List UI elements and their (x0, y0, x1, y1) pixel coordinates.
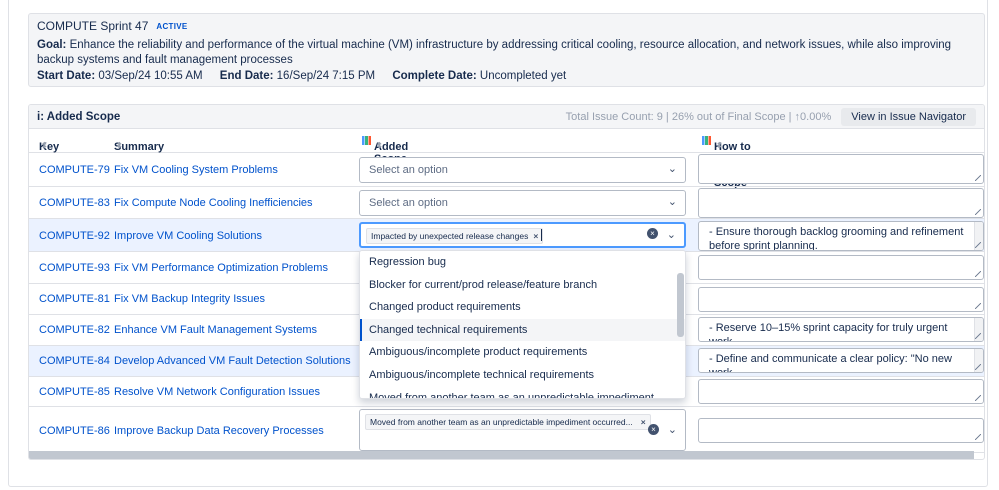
issue-key-link[interactable]: COMPUTE-85 (39, 386, 110, 398)
issue-key-link[interactable]: COMPUTE-93 (39, 262, 110, 274)
issue-summary-link[interactable]: Resolve VM Network Configuration Issues (114, 386, 320, 398)
chevron-down-icon[interactable]: ⌄ (668, 162, 677, 175)
remove-tag-icon[interactable]: × (533, 231, 538, 241)
table-row: COMPUTE-86 Improve Backup Data Recovery … (29, 407, 984, 453)
table-row: COMPUTE-79 Fix VM Cooling System Problem… (29, 154, 984, 187)
dropdown-option[interactable]: Regression bug (360, 251, 685, 274)
added-scope-select[interactable]: Moved from another team as an unpredicta… (359, 409, 686, 451)
chevron-down-icon[interactable]: ⌄ (668, 423, 677, 436)
panel-title: i: Added Scope (37, 110, 121, 123)
dropdown-option[interactable]: Blocker for current/prod release/feature… (360, 274, 685, 297)
prevent-textarea[interactable] (698, 154, 984, 184)
table-row: COMPUTE-92 Improve VM Cooling Solutions … (29, 219, 984, 252)
chevron-down-icon[interactable]: ⌄ (667, 228, 676, 241)
sprint-info: COMPUTE Sprint 47 ACTIVE Goal: Enhance t… (28, 13, 985, 87)
end-date: 16/Sep/24 7:15 PM (276, 70, 376, 82)
prevent-textarea[interactable] (698, 379, 984, 404)
sort-arrows-icon: ⬍ (41, 141, 48, 150)
prevent-textarea[interactable]: - Ensure thorough backlog grooming and r… (698, 221, 984, 251)
view-in-issue-navigator-button[interactable]: View in Issue Navigator (841, 107, 976, 126)
table-header: Key⬍ Summary⬍ Added Scope⬍ How to preven… (29, 129, 984, 189)
start-date: 03/Sep/24 10:55 AM (98, 70, 203, 82)
issue-summary-link[interactable]: Improve VM Cooling Solutions (114, 230, 262, 242)
added-scope-select[interactable]: Select an option ⌄ (359, 190, 686, 216)
issue-key-link[interactable]: COMPUTE-82 (39, 324, 110, 336)
prevent-textarea[interactable]: - Reserve 10–15% sprint capacity for tru… (698, 317, 984, 342)
prevent-textarea[interactable] (698, 287, 984, 312)
table-row: COMPUTE-83 Fix Compute Node Cooling Inef… (29, 187, 984, 219)
sort-arrows-icon: ⬍ (376, 141, 383, 150)
issue-key-link[interactable]: COMPUTE-84 (39, 355, 110, 367)
issue-key-link[interactable]: COMPUTE-86 (39, 425, 110, 437)
bar-chart-icon (702, 136, 711, 145)
issue-summary-link[interactable]: Enhance VM Fault Management Systems (114, 324, 317, 336)
report-container: COMPUTE Sprint 47 ACTIVE Goal: Enhance t… (8, 0, 988, 487)
added-scope-select[interactable]: Impacted by unexpected release changes × … (359, 222, 686, 248)
issue-summary-link[interactable]: Develop Advanced VM Fault Detection Solu… (114, 355, 351, 367)
dropdown-scrollbar[interactable] (677, 273, 684, 337)
dropdown-option[interactable]: Ambiguous/incomplete technical requireme… (360, 364, 685, 387)
sprint-goal: Goal: Enhance the reliability and perfor… (37, 39, 952, 66)
sprint-title: COMPUTE Sprint 47 (37, 19, 149, 33)
issue-summary-link[interactable]: Improve Backup Data Recovery Processes (114, 425, 324, 437)
complete-date: Uncompleted yet (479, 70, 567, 82)
prevent-textarea[interactable] (698, 255, 984, 280)
sort-arrows-icon: ⬍ (116, 141, 123, 150)
dropdown-option[interactable]: Moved from another team as an unpredicta… (360, 387, 685, 398)
issue-summary-link[interactable]: Fix Compute Node Cooling Inefficiencies (114, 197, 313, 209)
dropdown-option-focused[interactable]: Changed technical requirements (360, 318, 685, 342)
issue-key-link[interactable]: COMPUTE-79 (39, 164, 110, 176)
selected-option-tag: Impacted by unexpected release changes × (366, 228, 544, 244)
dropdown-option[interactable]: Ambiguous/incomplete product requirement… (360, 341, 685, 364)
prevent-textarea[interactable]: - Define and communicate a clear policy:… (698, 348, 984, 373)
chevron-down-icon[interactable]: ⌄ (668, 195, 677, 208)
sprint-dates: Start Date: 03/Sep/24 10:55 AM End Date:… (37, 70, 567, 82)
issue-summary-link[interactable]: Fix VM Backup Integrity Issues (114, 293, 265, 305)
added-scope-dropdown-menu: Regression bug Blocker for current/prod … (359, 250, 686, 399)
prevent-textarea[interactable] (698, 188, 984, 218)
status-badge: ACTIVE (156, 21, 188, 31)
column-added-scope[interactable]: Added Scope⬍ (362, 135, 408, 165)
horizontal-scrollbar[interactable] (29, 451, 974, 459)
prevent-textarea[interactable] (698, 418, 984, 443)
issue-stats: Total Issue Count: 9 | 26% out of Final … (565, 110, 832, 123)
sprint-goal-text: Enhance the reliability and performance … (37, 39, 952, 66)
issue-summary-link[interactable]: Fix VM Cooling System Problems (114, 164, 278, 176)
issue-summary-link[interactable]: Fix VM Performance Optimization Problems (114, 262, 328, 274)
issue-key-link[interactable]: COMPUTE-83 (39, 197, 110, 209)
remove-tag-icon[interactable]: × (641, 417, 646, 427)
added-scope-select[interactable]: Select an option ⌄ (359, 157, 686, 183)
issue-key-link[interactable]: COMPUTE-92 (39, 230, 110, 242)
column-prevent[interactable]: How to prevent Added Scope⬍ (702, 135, 754, 189)
issue-key-link[interactable]: COMPUTE-81 (39, 293, 110, 305)
clear-circle-icon[interactable]: × (647, 228, 658, 239)
added-scope-panel: i: Added Scope Total Issue Count: 9 | 26… (28, 104, 985, 460)
panel-header: i: Added Scope Total Issue Count: 9 | 26… (29, 105, 984, 129)
selected-option-tag: Moved from another team as an unpredicta… (365, 414, 651, 430)
dropdown-option[interactable]: Changed product requirements (360, 296, 685, 319)
clear-circle-icon[interactable]: × (648, 424, 659, 435)
sort-arrows-icon: ⬍ (716, 141, 723, 150)
bar-chart-icon (362, 136, 371, 145)
